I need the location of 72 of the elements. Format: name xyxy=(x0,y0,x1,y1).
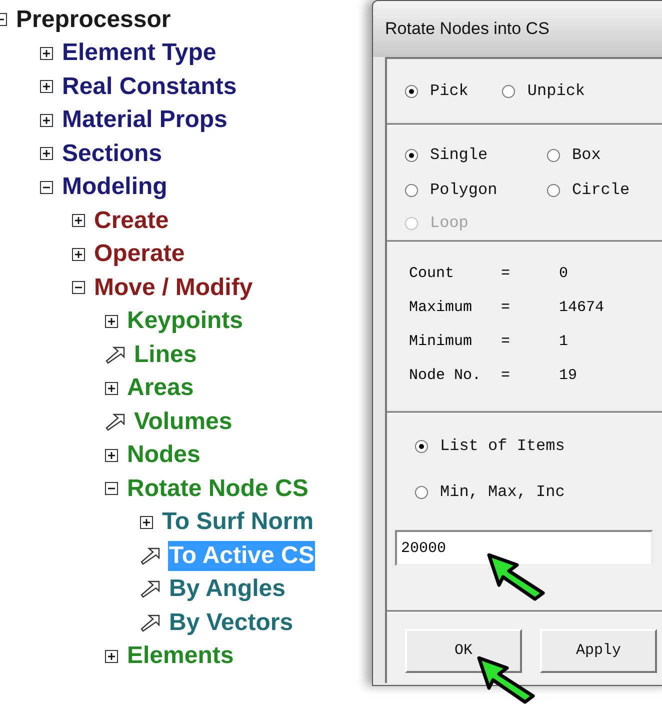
tree-item[interactable]: Rotate Node CS xyxy=(126,474,310,504)
collapse-icon[interactable] xyxy=(72,281,85,294)
arrow-icon xyxy=(140,580,160,598)
expand-icon[interactable] xyxy=(40,46,53,60)
radio-option[interactable]: Unpick xyxy=(502,79,586,103)
collapse-icon[interactable] xyxy=(105,482,118,496)
input-field[interactable]: 20000 xyxy=(395,530,653,566)
radio-button[interactable] xyxy=(415,486,428,498)
expand-icon[interactable] xyxy=(40,80,53,94)
arrow-icon xyxy=(105,346,125,364)
apply-button[interactable]: Apply xyxy=(540,629,657,673)
ok-button[interactable]: OK xyxy=(405,629,522,673)
tree-item[interactable]: Elements xyxy=(126,641,235,672)
expand-icon[interactable] xyxy=(40,114,53,127)
stat-label: Count xyxy=(409,264,456,284)
tree-item[interactable]: Sections xyxy=(61,138,164,169)
tree-item[interactable]: Move / Modify xyxy=(93,272,254,303)
tree-item[interactable]: Lines xyxy=(133,340,198,370)
radio-option[interactable]: Min, Max, Inc xyxy=(415,482,662,502)
expand-icon[interactable] xyxy=(105,650,118,663)
tree-item[interactable]: By Vectors xyxy=(168,608,294,638)
tree-item[interactable]: Modeling xyxy=(61,172,168,202)
tree-item[interactable]: Areas xyxy=(126,373,195,404)
expand-icon[interactable] xyxy=(140,516,153,529)
stat-value: 0 xyxy=(559,264,570,284)
radio-option[interactable]: Pick xyxy=(405,79,468,103)
arrow-icon xyxy=(140,546,160,565)
equals-sign: = xyxy=(501,298,512,318)
tree-item[interactable]: Preprocessor xyxy=(15,4,172,35)
radio-option[interactable]: Single xyxy=(405,143,547,167)
radio-button[interactable] xyxy=(547,148,560,162)
stat-label: Maximum xyxy=(409,298,474,318)
stat-value: 1 xyxy=(559,332,570,352)
equals-sign: = xyxy=(501,332,512,352)
tree-item[interactable]: Element Type xyxy=(61,38,218,68)
tree-item[interactable]: By Angles xyxy=(168,574,286,604)
tree-item[interactable]: Keypoints xyxy=(126,306,244,336)
radio-option[interactable]: Box xyxy=(547,143,662,167)
radio-button[interactable] xyxy=(405,84,418,98)
radio-option[interactable]: Circle xyxy=(547,178,662,202)
collapse-icon[interactable] xyxy=(40,180,53,194)
tree-item[interactable]: Operate xyxy=(93,239,186,270)
tree-item[interactable]: Material Props xyxy=(61,105,228,136)
arrow-icon xyxy=(140,614,160,632)
tree-item[interactable]: Real Constants xyxy=(61,72,238,102)
radio-button[interactable] xyxy=(415,440,428,452)
equals-sign: = xyxy=(501,366,512,386)
expand-icon[interactable] xyxy=(105,382,118,395)
radio-button[interactable] xyxy=(502,84,516,98)
window-title: Rotate Nodes into CS xyxy=(385,18,550,40)
radio-button[interactable] xyxy=(547,184,560,196)
radio-button[interactable] xyxy=(405,148,418,162)
tree-item[interactable]: Nodes xyxy=(126,440,202,470)
tree-item[interactable]: Create xyxy=(93,206,170,236)
stat-value: 14674 xyxy=(559,298,606,318)
expand-icon[interactable] xyxy=(105,314,118,328)
cursor-icon xyxy=(477,656,535,704)
expand-icon[interactable] xyxy=(40,147,53,160)
tree-item[interactable]: Volumes xyxy=(133,406,234,437)
cursor-icon xyxy=(487,553,545,601)
expand-icon[interactable] xyxy=(72,214,85,228)
radio-option[interactable]: Polygon xyxy=(405,178,547,202)
radio-button[interactable] xyxy=(405,184,418,196)
expand-icon[interactable] xyxy=(105,448,118,462)
stat-label: Minimum xyxy=(409,332,474,352)
radio-option[interactable]: List of Items xyxy=(415,436,662,456)
stat-label: Node No. xyxy=(409,366,482,386)
expand-icon[interactable] xyxy=(72,248,85,261)
stat-value: 19 xyxy=(559,366,578,386)
equals-sign: = xyxy=(501,264,512,284)
tree-item[interactable]: To Surf Norm xyxy=(161,507,315,538)
arrow-icon xyxy=(105,412,125,431)
